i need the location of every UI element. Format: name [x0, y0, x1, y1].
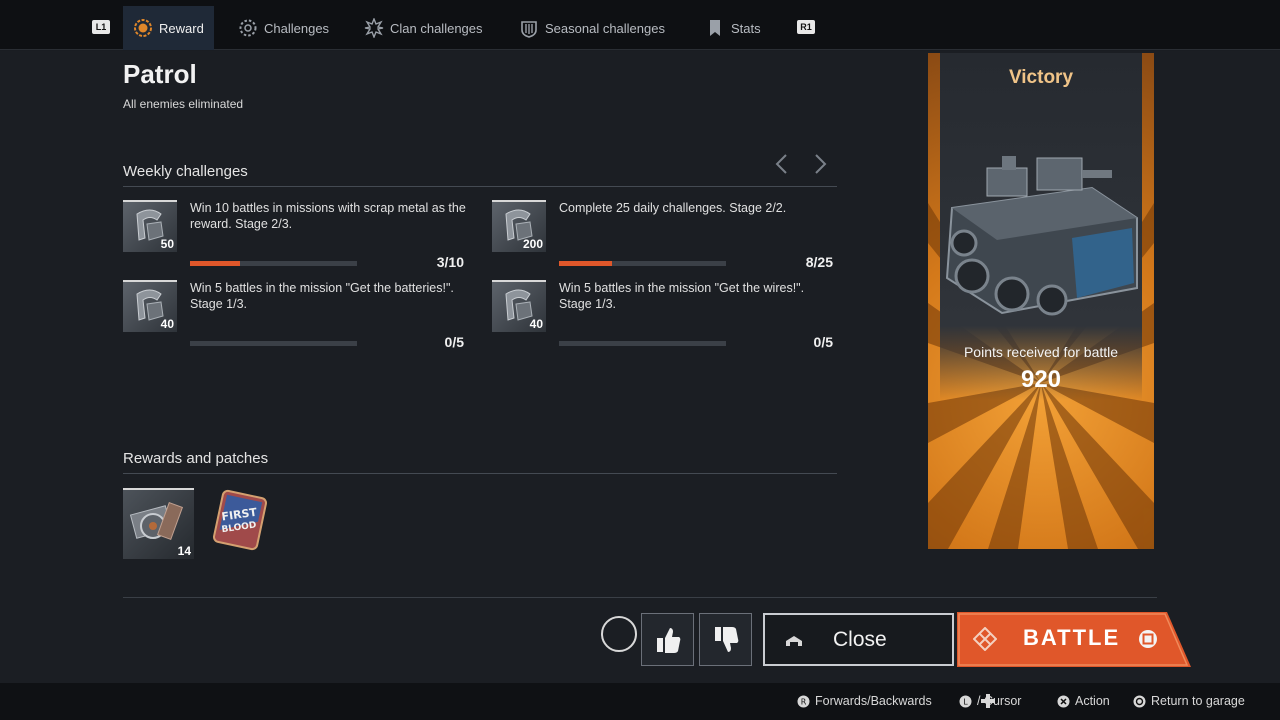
hint-label: Return to garage	[1151, 694, 1245, 708]
challenge-progress-count: 8/25	[805, 254, 833, 270]
reward-screen: Patrol All enemies eliminated Weekly cha…	[0, 51, 1280, 683]
challenge-description: Win 10 battles in missions with scrap me…	[190, 201, 466, 231]
close-button[interactable]: Close	[763, 613, 954, 666]
weekly-challenges-heading: Weekly challenges	[123, 163, 837, 187]
top-navigation: L1 Reward Challenges Clan challenges Sea…	[0, 0, 1280, 50]
challenge-progress-fill	[190, 261, 241, 266]
challenge-progress-count: 0/5	[444, 334, 464, 350]
challenge-reward-amount: 50	[160, 237, 174, 251]
challenge-item[interactable]: 200 Complete 25 daily challenges. Stage …	[492, 200, 837, 270]
scrap-reward-icon: 40	[492, 280, 546, 332]
tab-seasonal-challenges[interactable]: Seasonal challenges	[509, 6, 675, 50]
l1-button-hint[interactable]: L1	[92, 20, 110, 34]
square-button-icon	[1139, 630, 1157, 648]
scrap-reward-icon: 50	[123, 200, 177, 252]
victory-banner: Victory Points received for battle 920	[928, 53, 1154, 549]
points-label: Points received for battle	[963, 344, 1119, 360]
reward-first-blood-patch[interactable]: FIRST BLOOD	[208, 488, 279, 559]
first-blood-patch-icon: FIRST BLOOD	[213, 489, 267, 551]
tab-stats[interactable]: Stats	[695, 6, 771, 50]
stats-bookmark-icon	[705, 18, 725, 38]
challenge-item[interactable]: 40 Win 5 battles in the mission "Get the…	[492, 280, 837, 350]
hint-label: Forwards/Backwards	[815, 694, 932, 708]
page-title: Patrol	[123, 59, 197, 89]
thumbs-up-icon	[657, 628, 681, 653]
challenge-reward-amount: 40	[529, 317, 543, 331]
bottom-divider	[123, 597, 1157, 598]
battle-result: Victory	[1008, 67, 1074, 88]
controls-footer: R Forwards/Backwards L / Cursor Action R…	[0, 683, 1280, 720]
challenge-progress-bar	[559, 261, 726, 266]
dislike-button[interactable]	[699, 613, 752, 666]
armored-vehicle-image	[945, 156, 1138, 316]
challenge-progress-bar	[190, 261, 357, 266]
tab-reward-label: Reward	[159, 20, 204, 36]
reward-count: 14	[177, 544, 191, 558]
garage-icon	[786, 636, 802, 646]
tab-challenges[interactable]: Challenges	[228, 6, 339, 50]
mission-result: All enemies eliminated	[123, 97, 244, 111]
tab-clan-challenges-label: Clan challenges	[390, 20, 483, 36]
circle-button-icon	[1133, 695, 1146, 708]
svg-text:L: L	[963, 697, 968, 706]
hint-label: Action	[1075, 694, 1110, 708]
rewards-heading: Rewards and patches	[123, 450, 837, 474]
points-value: 920	[1020, 366, 1062, 393]
chevron-left-icon[interactable]	[773, 153, 791, 175]
challenge-reward-amount: 40	[160, 317, 174, 331]
challenges-gear-icon	[238, 18, 258, 38]
select-circle-button[interactable]	[601, 616, 637, 652]
challenge-reward-amount: 200	[522, 237, 543, 251]
challenge-progress-bar	[190, 341, 357, 346]
thumbs-down-icon	[715, 627, 739, 652]
challenge-progress-fill	[559, 261, 613, 266]
hint-cursor: L / Cursor	[959, 694, 1021, 708]
chevron-right-icon[interactable]	[811, 153, 829, 175]
dpad-icon	[981, 694, 995, 708]
like-button[interactable]	[641, 613, 694, 666]
challenge-description: Win 5 battles in the mission "Get the ba…	[190, 281, 454, 311]
scrap-reward-icon: 200	[492, 200, 546, 252]
cross-button-icon	[1057, 695, 1070, 708]
tab-stats-label: Stats	[731, 20, 761, 36]
tab-challenges-label: Challenges	[264, 20, 330, 36]
challenge-description: Win 5 battles in the mission "Get the wi…	[559, 281, 805, 311]
challenge-progress-bar	[559, 341, 726, 346]
challenge-progress-count: 3/10	[436, 254, 464, 270]
crossed-swords-icon	[973, 627, 997, 651]
tab-seasonal-challenges-label: Seasonal challenges	[545, 20, 665, 36]
close-button-label: Close	[833, 628, 887, 651]
hint-action: Action	[1057, 694, 1110, 708]
clan-icon	[364, 17, 384, 39]
reward-scrap-metal[interactable]: 14	[123, 488, 194, 559]
challenge-item[interactable]: 40 Win 5 battles in the mission "Get the…	[123, 280, 468, 350]
r-stick-icon: R	[797, 695, 810, 708]
hint-return-to-garage: Return to garage	[1133, 694, 1245, 708]
r1-button-hint[interactable]: R1	[797, 20, 815, 34]
l-stick-icon: L	[959, 695, 972, 708]
challenge-description: Complete 25 daily challenges. Stage 2/2.	[559, 201, 787, 215]
challenge-progress-count: 0/5	[813, 334, 833, 350]
tab-clan-challenges[interactable]: Clan challenges	[354, 6, 493, 50]
hint-forwards-backwards: R Forwards/Backwards	[797, 694, 932, 708]
battle-button[interactable]: BATTLE	[957, 612, 1191, 667]
scrap-reward-icon: 40	[123, 280, 177, 332]
tab-reward[interactable]: Reward	[123, 6, 214, 50]
svg-text:R: R	[801, 697, 807, 706]
challenge-item[interactable]: 50 Win 10 battles in missions with scrap…	[123, 200, 468, 270]
seasonal-icon	[519, 18, 539, 38]
battle-button-label: BATTLE	[1023, 625, 1121, 650]
reward-medal-icon	[133, 18, 153, 38]
